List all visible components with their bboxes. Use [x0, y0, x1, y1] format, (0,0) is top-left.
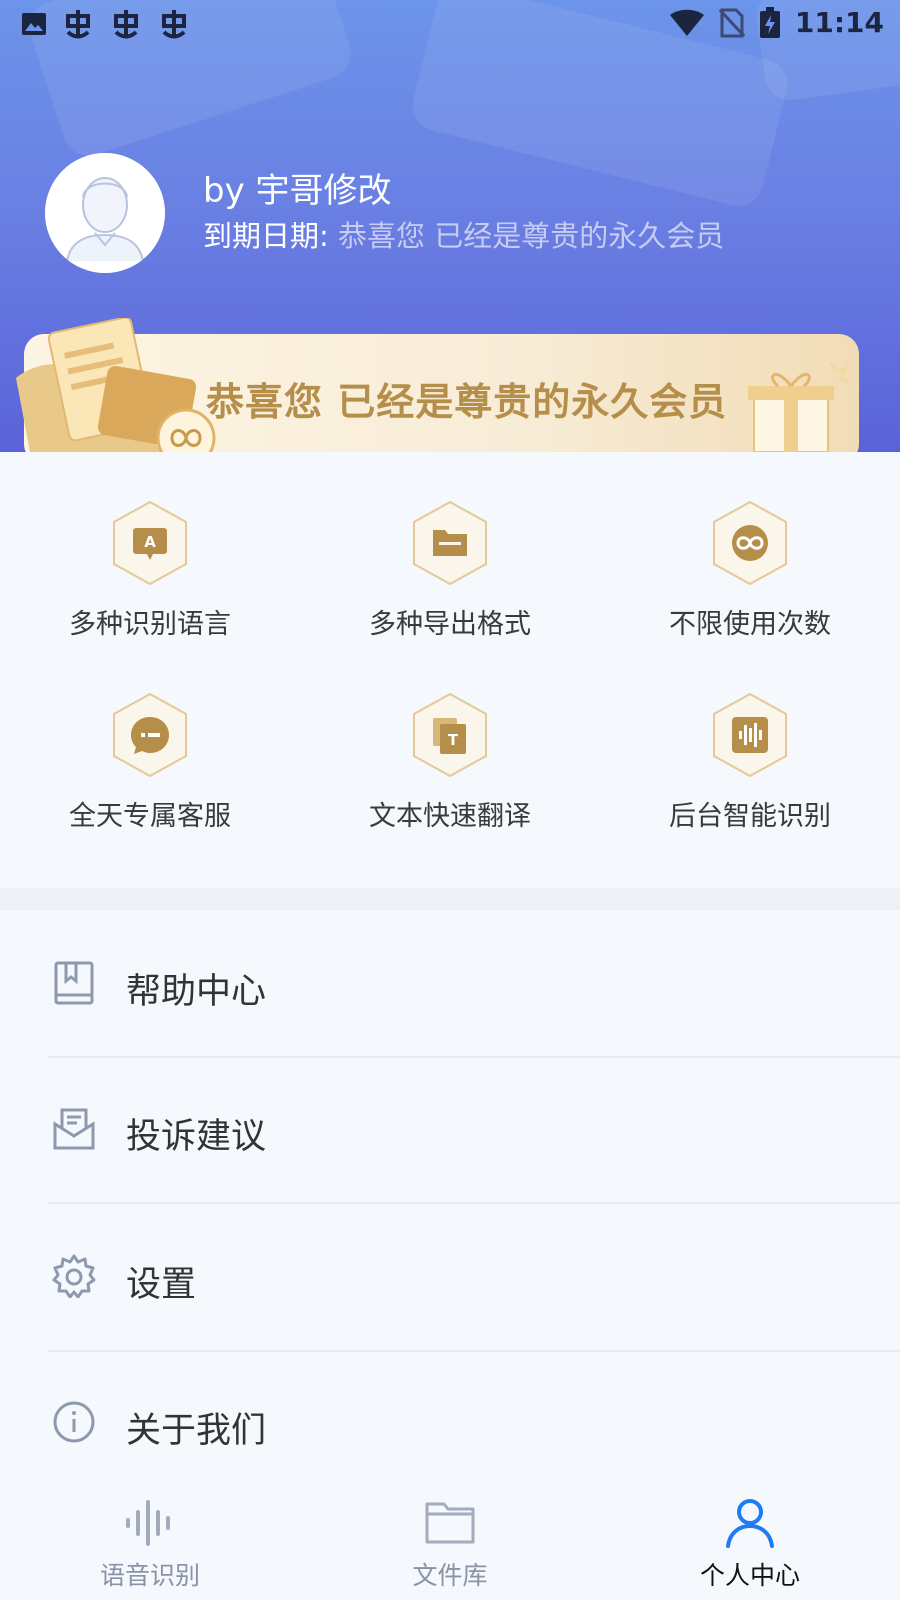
- avatar[interactable]: [45, 153, 165, 273]
- mail-icon: [53, 1108, 95, 1150]
- feature-label: 多种导出格式: [369, 609, 531, 640]
- tab-label: 个人中心: [699, 1561, 800, 1590]
- infinity-icon: [713, 500, 787, 586]
- feature-item[interactable]: 不限使用次数: [600, 500, 900, 641]
- folder-icon: [425, 1502, 475, 1544]
- bug-icon: [114, 10, 138, 39]
- folder-icon: [413, 500, 487, 586]
- feature-item[interactable]: 全天专属客服: [0, 692, 300, 833]
- bottom-tab-bar: 语音识别 文件库 个人中心: [0, 1468, 900, 1600]
- book-icon: [54, 961, 94, 1005]
- svg-text:T: T: [448, 731, 459, 749]
- gift-icon: [748, 361, 851, 452]
- gear-icon: [52, 1254, 96, 1298]
- menu-label: 投诉建议: [126, 1117, 267, 1157]
- menu-item-help[interactable]: 帮助中心: [0, 910, 900, 1056]
- feature-item[interactable]: 后台智能识别: [600, 692, 900, 833]
- section-divider: [0, 888, 900, 910]
- audio-wave-icon: [713, 692, 787, 778]
- bug-icon: [162, 10, 186, 39]
- image-icon: [22, 13, 46, 35]
- tab-label: 文件库: [412, 1561, 488, 1590]
- feature-item[interactable]: T 文本快速翻译: [300, 692, 600, 833]
- status-bar: 11:14: [0, 0, 900, 48]
- expiry-value: 恭喜您 已经是尊贵的永久会员: [338, 219, 725, 253]
- tab-voice-recognition[interactable]: 语音识别: [0, 1468, 300, 1600]
- feature-label: 后台智能识别: [669, 801, 831, 832]
- feature-label: 文本快速翻译: [369, 801, 531, 832]
- features-grid: A 多种识别语言 多种导出格式 不限使用次数 全天专属客服 T 文本快速翻译 后…: [0, 452, 900, 888]
- expiry-label: 到期日期:: [203, 219, 329, 253]
- menu-label: 帮助中心: [126, 972, 267, 1012]
- vip-banner-text: 恭喜您 已经是尊贵的永久会员: [206, 380, 728, 424]
- wifi-icon: [669, 9, 704, 36]
- language-icon: A: [113, 500, 187, 586]
- clock: 11:14: [794, 6, 884, 39]
- feature-item[interactable]: 多种导出格式: [300, 500, 600, 641]
- tab-label: 语音识别: [99, 1561, 200, 1590]
- battery-charging-icon: [759, 6, 780, 38]
- user-name: by 宇哥修改: [203, 171, 392, 211]
- translate-icon: T: [413, 692, 487, 778]
- menu-item-feedback[interactable]: 投诉建议: [0, 1058, 900, 1204]
- feature-item[interactable]: A 多种识别语言: [0, 500, 300, 641]
- feature-label: 不限使用次数: [669, 609, 831, 640]
- menu-item-settings[interactable]: 设置: [0, 1204, 900, 1350]
- voice-icon: [126, 1500, 170, 1546]
- feature-label: 多种识别语言: [69, 609, 231, 640]
- no-sim-icon: [718, 8, 745, 37]
- person-icon: [726, 1499, 774, 1548]
- tab-file-library[interactable]: 文件库: [300, 1468, 600, 1600]
- user-avatar-icon: [45, 153, 165, 273]
- svg-text:A: A: [144, 533, 156, 551]
- menu-label: 关于我们: [126, 1411, 267, 1451]
- menu-label: 设置: [126, 1265, 197, 1305]
- bug-icon: [66, 10, 90, 39]
- chat-icon: [113, 692, 187, 778]
- feature-label: 全天专属客服: [69, 801, 231, 832]
- tab-personal-center[interactable]: 个人中心: [600, 1468, 900, 1600]
- expiry-info: 到期日期: 恭喜您 已经是尊贵的永久会员: [203, 213, 724, 255]
- vip-documents-illustration: [16, 318, 216, 452]
- info-icon: [53, 1401, 95, 1443]
